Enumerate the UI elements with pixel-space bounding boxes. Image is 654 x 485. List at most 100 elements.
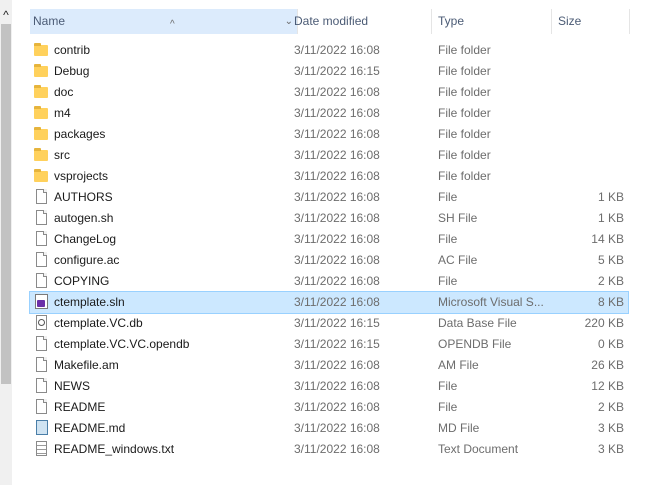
file-size: 220 KB xyxy=(584,316,624,330)
file-date-modified: 3/11/2022 16:08 xyxy=(294,169,380,183)
folder-icon xyxy=(34,168,50,184)
file-row[interactable]: AUTHORS 3/11/2022 16:08 File 1 KB xyxy=(30,187,628,208)
file-date-modified: 3/11/2022 16:08 xyxy=(294,274,380,288)
file-type: File folder xyxy=(438,106,491,120)
file-type: Text Document xyxy=(438,442,519,456)
file-row[interactable]: configure.ac 3/11/2022 16:08 AC File 5 KB xyxy=(30,250,628,271)
file-size: 2 KB xyxy=(597,274,624,288)
file-name: doc xyxy=(54,85,74,99)
file-name: COPYING xyxy=(54,274,110,288)
file-name: NEWS xyxy=(54,379,90,393)
column-header-size[interactable]: Size xyxy=(552,9,630,34)
file-size: 2 KB xyxy=(597,400,624,414)
file-size: 14 KB xyxy=(591,232,624,246)
file-name: Makefile.am xyxy=(54,358,119,372)
file-name: AUTHORS xyxy=(54,190,113,204)
file-date-modified: 3/11/2022 16:08 xyxy=(294,379,380,393)
file-date-modified: 3/11/2022 16:08 xyxy=(294,442,380,456)
column-header-date-modified[interactable]: Date modified xyxy=(288,9,432,34)
file-size: 0 KB xyxy=(597,337,624,351)
file-date-modified: 3/11/2022 16:08 xyxy=(294,106,380,120)
file-size: 8 KB xyxy=(597,295,624,309)
file-type: File xyxy=(438,274,458,288)
markdown-file-icon xyxy=(34,420,50,436)
file-name: m4 xyxy=(54,106,71,120)
column-header-row: Name ^ ⌄ Date modified Type Size xyxy=(12,0,654,40)
file-size: 3 KB xyxy=(597,421,624,435)
file-name: ctemplate.sln xyxy=(54,295,125,309)
folder-icon xyxy=(34,84,50,100)
file-row[interactable]: vsprojects 3/11/2022 16:08 File folder xyxy=(30,166,628,187)
file-type: Microsoft Visual S... xyxy=(438,295,544,309)
file-date-modified: 3/11/2022 16:08 xyxy=(294,148,380,162)
file-date-modified: 3/11/2022 16:08 xyxy=(294,43,380,57)
column-header-type[interactable]: Type xyxy=(432,9,552,34)
file-row[interactable]: doc 3/11/2022 16:08 File folder xyxy=(30,82,628,103)
file-row[interactable]: README_windows.txt 3/11/2022 16:08 Text Do… xyxy=(30,439,628,460)
file-row[interactable]: contrib 3/11/2022 16:08 File folder xyxy=(30,40,628,61)
column-header-type-label: Type xyxy=(438,14,465,28)
file-date-modified: 3/11/2022 16:15 xyxy=(294,316,380,330)
file-icon xyxy=(34,189,50,205)
file-row[interactable]: m4 3/11/2022 16:08 File folder xyxy=(30,103,628,124)
file-date-modified: 3/11/2022 16:08 xyxy=(294,232,380,246)
scroll-up-arrow[interactable]: ^ xyxy=(0,8,12,22)
file-date-modified: 3/11/2022 16:08 xyxy=(294,295,380,309)
folder-icon xyxy=(34,42,50,58)
file-size: 1 KB xyxy=(597,190,624,204)
file-name: contrib xyxy=(54,43,91,57)
database-file-icon xyxy=(34,315,50,331)
scrollbar-thumb[interactable] xyxy=(1,24,11,384)
file-row[interactable]: Debug 3/11/2022 16:15 File folder xyxy=(30,61,628,82)
file-icon xyxy=(34,378,50,394)
file-icon xyxy=(34,357,50,373)
file-row[interactable]: ctemplate.sln 3/11/2022 16:08 Microsoft Vi… xyxy=(29,291,629,314)
file-date-modified: 3/11/2022 16:08 xyxy=(294,85,380,99)
file-row[interactable]: ctemplate.VC.VC.opendb 3/11/2022 16:15 OPE… xyxy=(30,334,628,355)
file-icon xyxy=(34,336,50,352)
file-name: autogen.sh xyxy=(54,211,114,225)
column-header-date-label: Date modified xyxy=(294,14,369,28)
file-icon xyxy=(34,231,50,247)
file-name: ChangeLog xyxy=(54,232,117,246)
column-header-size-label: Size xyxy=(558,14,582,28)
file-name: packages xyxy=(54,127,106,141)
column-header-name-label: Name xyxy=(33,14,66,28)
file-row[interactable]: README 3/11/2022 16:08 File 2 KB xyxy=(30,397,628,418)
file-date-modified: 3/11/2022 16:08 xyxy=(294,253,380,267)
file-row[interactable]: packages 3/11/2022 16:08 File folder xyxy=(30,124,628,145)
file-name: README xyxy=(54,400,106,414)
file-name: src xyxy=(54,148,70,162)
file-date-modified: 3/11/2022 16:08 xyxy=(294,400,380,414)
file-type: OPENDB File xyxy=(438,337,512,351)
file-icon xyxy=(34,273,50,289)
file-date-modified: 3/11/2022 16:08 xyxy=(294,358,380,372)
file-date-modified: 3/11/2022 16:08 xyxy=(294,211,380,225)
file-name: README_windows.txt xyxy=(54,442,175,456)
file-row[interactable]: autogen.sh 3/11/2022 16:08 SH File 1 KB xyxy=(30,208,628,229)
file-row[interactable]: NEWS 3/11/2022 16:08 File 12 KB xyxy=(30,376,628,397)
folder-icon xyxy=(34,105,50,121)
file-type: SH File xyxy=(438,211,478,225)
file-row[interactable]: README.md 3/11/2022 16:08 MD File 3 KB xyxy=(30,418,628,439)
file-date-modified: 3/11/2022 16:08 xyxy=(294,127,380,141)
file-row[interactable]: Makefile.am 3/11/2022 16:08 AM File 26 KB xyxy=(30,355,628,376)
file-size: 1 KB xyxy=(597,211,624,225)
file-type: File folder xyxy=(438,43,491,57)
file-row[interactable]: ctemplate.VC.db 3/11/2022 16:15 Data Base … xyxy=(30,313,628,334)
visual-studio-solution-icon xyxy=(34,294,50,310)
file-icon xyxy=(34,252,50,268)
vertical-scrollbar[interactable]: ^ xyxy=(0,0,12,485)
folder-icon xyxy=(34,63,50,79)
file-type: File folder xyxy=(438,127,491,141)
folder-icon xyxy=(34,147,50,163)
file-row[interactable]: COPYING 3/11/2022 16:08 File 2 KB xyxy=(30,271,628,292)
file-row[interactable]: src 3/11/2022 16:08 File folder xyxy=(30,145,628,166)
file-row[interactable]: ChangeLog 3/11/2022 16:08 File 14 KB xyxy=(30,229,628,250)
file-type: Data Base File xyxy=(438,316,517,330)
file-type: File folder xyxy=(438,85,491,99)
folder-icon xyxy=(34,126,50,142)
file-date-modified: 3/11/2022 16:15 xyxy=(294,337,380,351)
file-type: File folder xyxy=(438,148,491,162)
column-header-name[interactable]: Name ^ ⌄ xyxy=(30,9,298,34)
